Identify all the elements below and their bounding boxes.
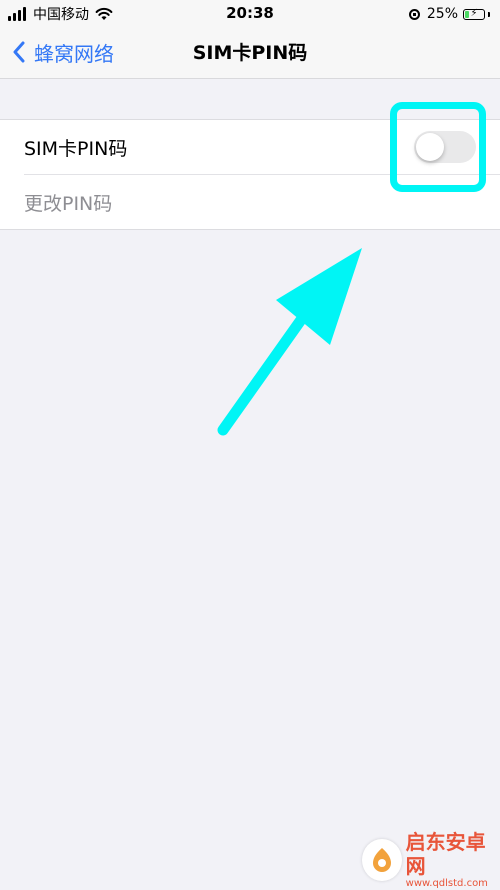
watermark-logo-icon — [362, 839, 402, 881]
watermark-text: 启东安卓网 www.qdlstd.com — [406, 830, 500, 890]
annotation-arrow-icon — [217, 248, 362, 436]
watermark-name: 启东安卓网 — [405, 830, 486, 878]
watermark: 启东安卓网 www.qdlstd.com — [362, 830, 500, 890]
watermark-url: www.qdlstd.com — [405, 878, 488, 889]
